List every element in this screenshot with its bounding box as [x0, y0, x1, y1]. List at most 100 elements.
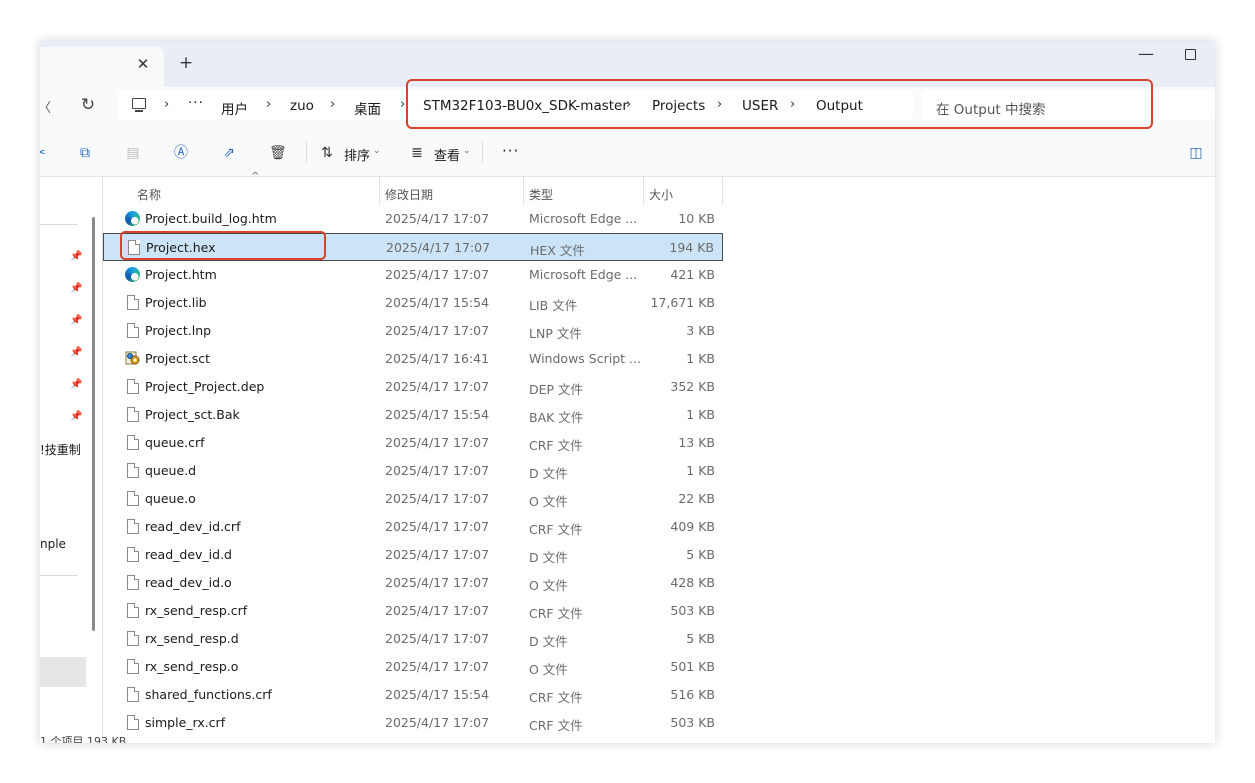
sidebar-item-label[interactable]: nple: [40, 537, 66, 551]
file-row[interactable]: read_dev_id.crf 2025/4/17 17:07 CRF 文件 409 …: [103, 513, 723, 541]
file-type: O 文件: [529, 494, 568, 509]
pin-icon[interactable]: 📌: [70, 411, 82, 423]
column-header-size[interactable]: 大小: [649, 186, 673, 203]
file-row[interactable]: Project_Project.dep 2025/4/17 17:07 DEP 文件…: [103, 373, 723, 401]
file-type: Microsoft Edge ...: [529, 211, 638, 226]
file-type: CRF 文件: [529, 522, 583, 537]
pin-icon[interactable]: 📌: [70, 347, 82, 359]
breadcrumb-separator[interactable]: ›: [164, 97, 169, 112]
file-row[interactable]: queue.d 2025/4/17 17:07 D 文件 1 KB: [103, 457, 723, 485]
breadcrumb-separator[interactable]: ›: [400, 97, 405, 112]
file-type: D 文件: [529, 466, 568, 481]
file-row[interactable]: rx_send_resp.o 2025/4/17 17:07 O 文件 501 KB: [103, 653, 723, 681]
address-highlight-annotation: [406, 79, 1153, 129]
file-modified-date: 2025/4/17 17:07: [385, 519, 490, 534]
delete-icon[interactable]: 🗑: [269, 145, 287, 161]
file-row[interactable]: queue.crf 2025/4/17 17:07 CRF 文件 13 KB: [103, 429, 723, 457]
file-size: 10 KB: [678, 211, 715, 226]
column-divider[interactable]: [643, 177, 644, 205]
refresh-button[interactable]: ↻: [78, 95, 98, 115]
column-header-name[interactable]: 名称: [137, 186, 161, 203]
column-divider[interactable]: [722, 177, 723, 205]
file-row[interactable]: shared_functions.crf 2025/4/17 15:54 CRF 文…: [103, 681, 723, 709]
file-size: 503 KB: [670, 603, 715, 618]
file-type: DEP 文件: [529, 382, 584, 397]
file-name: Project_Project.dep: [145, 379, 265, 394]
new-tab-button[interactable]: +: [176, 53, 196, 73]
pin-icon[interactable]: 📌: [70, 283, 82, 295]
file-row[interactable]: Project.lib 2025/4/17 15:54 LIB 文件 17,671 K…: [103, 289, 723, 317]
file-icon: [127, 491, 139, 506]
minimize-button[interactable]: —: [1136, 44, 1156, 63]
maximize-button[interactable]: [1185, 49, 1196, 60]
file-modified-date: 2025/4/17 17:07: [385, 491, 490, 506]
pin-icon[interactable]: 📌: [70, 251, 82, 263]
file-size: 428 KB: [670, 575, 715, 590]
file-name: rx_send_resp.crf: [145, 603, 248, 618]
more-options-button[interactable]: ···: [502, 142, 519, 160]
file-row[interactable]: read_dev_id.d 2025/4/17 17:07 D 文件 5 KB: [103, 541, 723, 569]
breadcrumb-users[interactable]: 用户: [221, 98, 248, 118]
file-name: rx_send_resp.o: [145, 659, 239, 674]
view-button[interactable]: 查看: [434, 145, 460, 164]
edge-file-icon: [125, 211, 140, 226]
details-pane-icon[interactable]: ◫: [1188, 145, 1204, 161]
breadcrumb-zuo[interactable]: zuo: [290, 98, 314, 114]
file-size: 516 KB: [670, 687, 715, 702]
column-header-type[interactable]: 类型: [529, 186, 553, 203]
sidebar-item-selected[interactable]: [40, 657, 86, 687]
tab-output[interactable]: ✕: [40, 47, 164, 87]
chevron-down-icon[interactable]: ⌄: [373, 146, 381, 156]
file-icon: [127, 659, 139, 674]
file-type: HEX 文件: [530, 243, 585, 258]
breadcrumb-separator[interactable]: ›: [330, 97, 335, 112]
file-modified-date: 2025/4/17 16:41: [385, 351, 490, 366]
sidebar-item-label[interactable]: !技重制: [40, 441, 81, 458]
file-icon: [127, 715, 139, 730]
sort-icon[interactable]: ⇅: [319, 145, 335, 161]
file-name: read_dev_id.crf: [145, 519, 241, 534]
file-name: read_dev_id.o: [145, 575, 232, 590]
file-row[interactable]: Project_sct.Bak 2025/4/17 15:54 BAK 文件 1 KB: [103, 401, 723, 429]
file-size: 22 KB: [678, 491, 715, 506]
file-row[interactable]: Project.lnp 2025/4/17 17:07 LNP 文件 3 KB: [103, 317, 723, 345]
status-bar: 1 个项目 193 KB: [40, 735, 127, 743]
file-row[interactable]: Project.build_log.htm 2025/4/17 17:07 Micr…: [103, 205, 723, 233]
file-row[interactable]: Project.htm 2025/4/17 17:07 Microsoft Edge…: [103, 261, 723, 289]
file-modified-date: 2025/4/17 17:07: [385, 603, 490, 618]
file-row[interactable]: Project.sct 2025/4/17 16:41 Windows Script…: [103, 345, 723, 373]
file-type: LIB 文件: [529, 298, 578, 313]
column-divider[interactable]: [523, 177, 524, 205]
file-modified-date: 2025/4/17 17:07: [385, 631, 490, 646]
file-row[interactable]: queue.o 2025/4/17 17:07 O 文件 22 KB: [103, 485, 723, 513]
rename-icon[interactable]: Ⓐ: [173, 145, 189, 161]
breadcrumb-overflow[interactable]: ···: [188, 95, 204, 111]
file-size: 1 KB: [686, 463, 715, 478]
file-row[interactable]: rx_send_resp.crf 2025/4/17 17:07 CRF 文件 503…: [103, 597, 723, 625]
view-icon[interactable]: ≣: [409, 145, 425, 161]
close-tab-icon[interactable]: ✕: [133, 55, 153, 73]
column-header-date[interactable]: 修改日期: [385, 186, 433, 203]
this-pc-icon[interactable]: [132, 98, 146, 112]
pin-icon[interactable]: 📌: [70, 379, 82, 391]
sidebar-scrollbar[interactable]: [92, 217, 95, 631]
file-row[interactable]: read_dev_id.o 2025/4/17 17:07 O 文件 428 KB: [103, 569, 723, 597]
file-icon: [127, 323, 139, 338]
back-icon[interactable]: 〈: [40, 97, 51, 116]
file-size: 17,671 KB: [650, 295, 715, 310]
file-row[interactable]: simple_rx.crf 2025/4/17 17:07 CRF 文件 503 KB: [103, 709, 723, 737]
file-list: ^ 名称 修改日期 类型 大小 Project.build_log.htm 202…: [103, 171, 1215, 743]
share-icon[interactable]: ⇗: [221, 145, 237, 161]
sort-button[interactable]: 排序: [344, 145, 370, 164]
column-divider[interactable]: [379, 177, 380, 205]
chevron-down-icon[interactable]: ⌄: [463, 146, 471, 156]
copy-icon[interactable]: ⧉: [77, 145, 93, 161]
file-name: queue.d: [145, 463, 197, 478]
file-size: 194 KB: [669, 240, 714, 255]
paste-icon[interactable]: ▤: [125, 145, 141, 161]
pin-icon[interactable]: 📌: [70, 315, 82, 327]
file-row[interactable]: rx_send_resp.d 2025/4/17 17:07 D 文件 5 KB: [103, 625, 723, 653]
breadcrumb-desktop[interactable]: 桌面: [354, 98, 381, 118]
cut-icon[interactable]: ✂: [40, 145, 48, 161]
breadcrumb-separator[interactable]: ›: [266, 97, 271, 112]
